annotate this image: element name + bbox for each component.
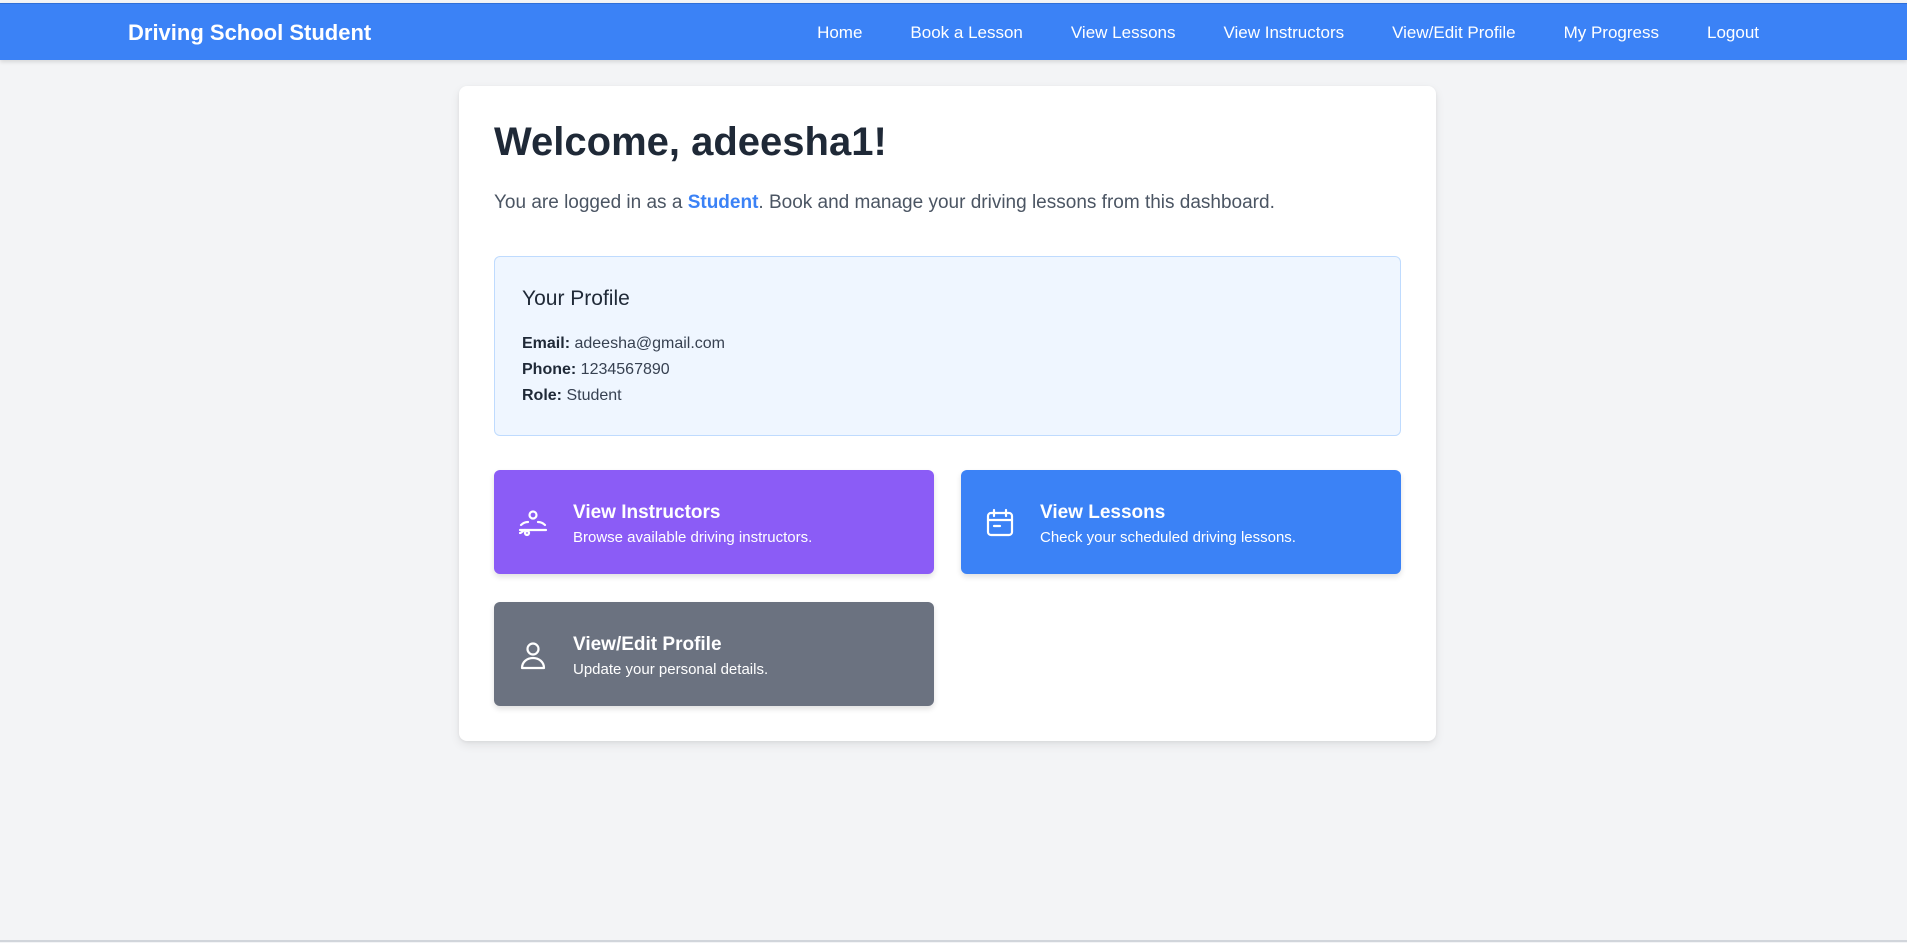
nav-edit-profile[interactable]: View/Edit Profile — [1392, 23, 1515, 43]
nav-view-instructors[interactable]: View Instructors — [1223, 23, 1344, 43]
nav-home[interactable]: Home — [817, 23, 862, 43]
intro-suffix: . Book and manage your driving lessons f… — [758, 192, 1275, 213]
email-value: adeesha@gmail.com — [574, 335, 726, 352]
nav-book-lesson[interactable]: Book a Lesson — [910, 23, 1022, 43]
profile-phone: Phone: 1234567890 — [522, 361, 670, 379]
view-instructors-desc: Browse available driving instructors. — [573, 529, 813, 546]
dashboard-card: Welcome, adeesha1! You are logged in as … — [459, 86, 1436, 741]
instructor-icon — [518, 510, 548, 537]
view-lessons-title: View Lessons — [1040, 502, 1166, 523]
role-label: Role: — [522, 387, 562, 404]
view-lessons-desc: Check your scheduled driving lessons. — [1040, 529, 1296, 546]
view-instructors-card[interactable]: View Instructors Browse available drivin… — [494, 470, 934, 574]
view-instructors-title: View Instructors — [573, 502, 721, 523]
nav-menu: Home Book a Lesson View Lessons View Ins… — [817, 4, 1759, 61]
calendar-icon — [986, 508, 1014, 537]
intro-text: You are logged in as a Student. Book and… — [494, 192, 1275, 214]
nav-logout[interactable]: Logout — [1707, 23, 1759, 43]
brand-title[interactable]: Driving School Student — [128, 4, 371, 61]
view-lessons-card[interactable]: View Lessons Check your scheduled drivin… — [961, 470, 1401, 574]
role-value: Student — [566, 387, 622, 404]
nav-view-lessons[interactable]: View Lessons — [1071, 23, 1176, 43]
role-link[interactable]: Student — [688, 192, 759, 213]
welcome-heading: Welcome, adeesha1! — [494, 120, 887, 164]
edit-profile-card[interactable]: View/Edit Profile Update your personal d… — [494, 602, 934, 706]
phone-value: 1234567890 — [580, 361, 670, 378]
edit-profile-title: View/Edit Profile — [573, 634, 722, 655]
user-icon — [520, 642, 546, 670]
phone-label: Phone: — [522, 361, 577, 378]
nav-my-progress[interactable]: My Progress — [1564, 23, 1659, 43]
profile-email: Email: adeesha@gmail.com — [522, 335, 725, 353]
profile-role: Role: Student — [522, 387, 622, 405]
bottom-divider — [0, 940, 1907, 942]
profile-title: Your Profile — [522, 287, 630, 310]
intro-prefix: You are logged in as a — [494, 192, 688, 213]
top-navbar: Driving School Student Home Book a Lesso… — [0, 3, 1907, 60]
email-label: Email: — [522, 335, 571, 352]
profile-panel: Your Profile Email: adeesha@gmail.com Ph… — [494, 256, 1401, 436]
edit-profile-desc: Update your personal details. — [573, 661, 769, 678]
